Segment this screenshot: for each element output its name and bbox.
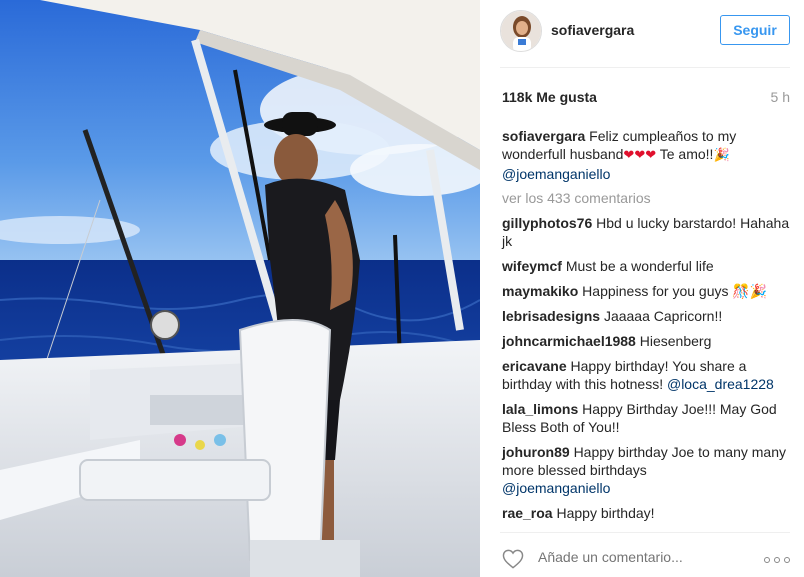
list-item: gillyphotos76 Hbd u lucky barstardo! Hah… — [502, 214, 790, 250]
list-item: maymakiko Happiness for you guys 🎊🎉 — [502, 282, 790, 300]
comment-input[interactable] — [538, 549, 738, 565]
post-header: sofiavergara Seguir — [500, 10, 790, 68]
dot-icon — [774, 557, 780, 563]
comment-text: Happiness for you guys 🎊🎉 — [582, 283, 768, 299]
list-item: ericavane Happy birthday! You share a bi… — [502, 357, 790, 393]
heart-outline-icon[interactable] — [502, 549, 524, 569]
comment-username[interactable]: lebrisadesigns — [502, 308, 600, 324]
caption-username[interactable]: sofiavergara — [502, 128, 585, 144]
likes-row: 118k Me gusta 5 h — [502, 89, 790, 109]
comment-footer — [500, 532, 790, 577]
caption-text-2: Te amo!! — [656, 146, 714, 162]
dot-icon — [784, 557, 790, 563]
list-item: rae_roa Happy birthday! — [502, 504, 790, 522]
post-photo[interactable] — [0, 0, 480, 577]
comment-username[interactable]: rae_roa — [502, 505, 553, 521]
avatar[interactable] — [500, 10, 542, 52]
list-item: wifeymcf Must be a wonderful life — [502, 257, 790, 275]
comment-username[interactable]: maymakiko — [502, 283, 578, 299]
comments-list: sofiavergara Feliz cumpleaños to my wond… — [502, 127, 790, 529]
likes-count[interactable]: 118k Me gusta — [502, 89, 597, 105]
comment-username[interactable]: ericavane — [502, 358, 567, 374]
comment-text: Must be a wonderful life — [565, 258, 714, 274]
caption: sofiavergara Feliz cumpleaños to my wond… — [502, 127, 790, 183]
post-username[interactable]: sofiavergara — [551, 22, 634, 38]
post-side-panel: sofiavergara Seguir 118k Me gusta 5 h so… — [480, 0, 804, 577]
heart-emoji: ❤❤❤ — [623, 148, 657, 163]
comment-text: Hiesenberg — [639, 333, 712, 349]
comment-username[interactable]: lala_limons — [502, 401, 578, 417]
list-item: lebrisadesigns Jaaaaa Capricorn!! — [502, 307, 790, 325]
comment-username[interactable]: johuron89 — [502, 444, 570, 460]
comment-username[interactable]: gillyphotos76 — [502, 215, 592, 231]
party-popper-emoji: 🎉 — [713, 148, 730, 163]
comment-username[interactable]: johncarmichael1988 — [502, 333, 636, 349]
list-item: johuron89 Happy birthday Joe to many man… — [502, 443, 790, 497]
comment-username[interactable]: wifeymcf — [502, 258, 562, 274]
photo-image — [0, 0, 480, 577]
comment-mention[interactable]: @joemanganiello — [502, 480, 610, 496]
dot-icon — [764, 557, 770, 563]
post-timestamp[interactable]: 5 h — [771, 89, 790, 105]
avatar-image — [501, 11, 541, 51]
comment-mention[interactable]: @loca_drea1228 — [667, 376, 774, 392]
more-options-icon[interactable] — [764, 557, 790, 563]
follow-button[interactable]: Seguir — [720, 15, 790, 45]
comment-text: Jaaaaa Capricorn!! — [603, 308, 723, 324]
load-more-comments[interactable]: ver los 433 comentarios — [502, 189, 790, 207]
list-item: johncarmichael1988 Hiesenberg — [502, 332, 790, 350]
caption-mention[interactable]: @joemanganiello — [502, 166, 610, 182]
comment-text: Happy birthday! — [556, 505, 655, 521]
list-item: lala_limons Happy Birthday Joe!!! May Go… — [502, 400, 790, 436]
